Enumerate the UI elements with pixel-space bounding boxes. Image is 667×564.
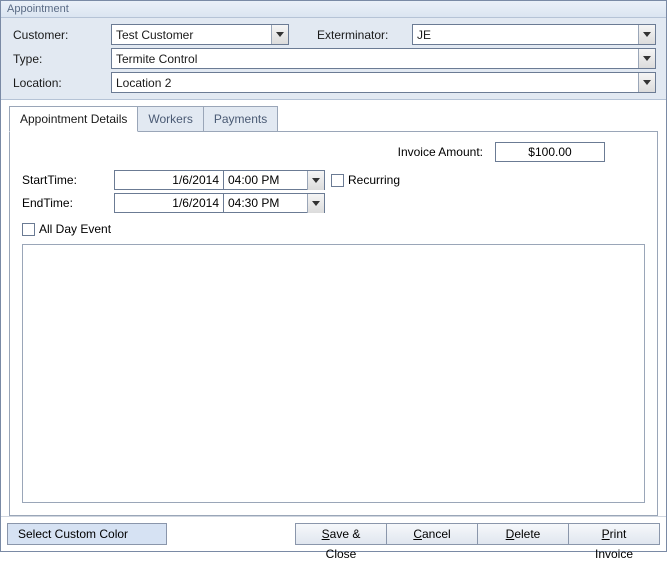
type-label: Type: <box>11 52 111 66</box>
start-time-value: 04:00 PM <box>224 171 307 189</box>
dropdown-icon[interactable] <box>638 73 655 92</box>
location-label: Location: <box>11 76 111 90</box>
end-time-select[interactable]: 04:30 PM <box>223 193 325 213</box>
customer-select[interactable]: Test Customer <box>111 24 289 45</box>
tab-strip: Appointment Details Workers Payments <box>9 106 658 132</box>
save-and-close-button[interactable]: Save & Close <box>295 523 387 545</box>
recurring-checkbox-row[interactable]: Recurring <box>331 173 400 187</box>
tab-appointment-details[interactable]: Appointment Details <box>9 106 138 132</box>
print-invoice-button[interactable]: Print Invoice <box>568 523 660 545</box>
dropdown-icon[interactable] <box>271 25 288 44</box>
notes-textarea[interactable] <box>22 244 645 503</box>
recurring-label: Recurring <box>348 173 400 187</box>
location-select[interactable]: Location 2 <box>111 72 656 93</box>
select-custom-color-button[interactable]: Select Custom Color <box>7 523 167 545</box>
dropdown-icon[interactable] <box>307 171 324 190</box>
tab-container: Appointment Details Workers Payments Inv… <box>1 100 666 516</box>
invoice-amount-label: Invoice Amount: <box>398 145 483 159</box>
exterminator-value: JE <box>413 28 638 42</box>
start-time-label: StartTime: <box>22 173 114 187</box>
end-date-field[interactable]: 1/6/2014 <box>114 193 224 213</box>
start-time-select[interactable]: 04:00 PM <box>223 170 325 190</box>
dropdown-icon[interactable] <box>638 25 655 44</box>
dropdown-icon[interactable] <box>307 194 324 213</box>
end-time-value: 04:30 PM <box>224 194 307 212</box>
delete-button[interactable]: Delete <box>477 523 569 545</box>
type-select[interactable]: Termite Control <box>111 48 656 69</box>
invoice-amount-field[interactable]: $100.00 <box>495 142 605 162</box>
appointment-window: Appointment Customer: Test Customer Exte… <box>0 0 667 552</box>
exterminator-select[interactable]: JE <box>412 24 656 45</box>
window-title: Appointment <box>1 1 666 18</box>
type-value: Termite Control <box>112 52 638 66</box>
exterminator-label: Exterminator: <box>317 28 412 42</box>
customer-value: Test Customer <box>112 28 271 42</box>
all-day-checkbox-row[interactable]: All Day Event <box>22 222 645 236</box>
tab-workers[interactable]: Workers <box>137 106 203 132</box>
all-day-checkbox[interactable] <box>22 223 35 236</box>
dropdown-icon[interactable] <box>638 49 655 68</box>
recurring-checkbox[interactable] <box>331 174 344 187</box>
customer-label: Customer: <box>11 28 111 42</box>
cancel-button[interactable]: Cancel <box>386 523 478 545</box>
header-form: Customer: Test Customer Exterminator: JE… <box>1 18 666 100</box>
button-bar: Select Custom Color Save & Close Cancel … <box>1 516 666 551</box>
start-date-field[interactable]: 1/6/2014 <box>114 170 224 190</box>
all-day-label: All Day Event <box>39 222 111 236</box>
tab-payments[interactable]: Payments <box>203 106 278 132</box>
appointment-details-panel: Invoice Amount: $100.00 StartTime: 1/6/2… <box>9 131 658 516</box>
end-time-label: EndTime: <box>22 196 114 210</box>
location-value: Location 2 <box>112 76 638 90</box>
